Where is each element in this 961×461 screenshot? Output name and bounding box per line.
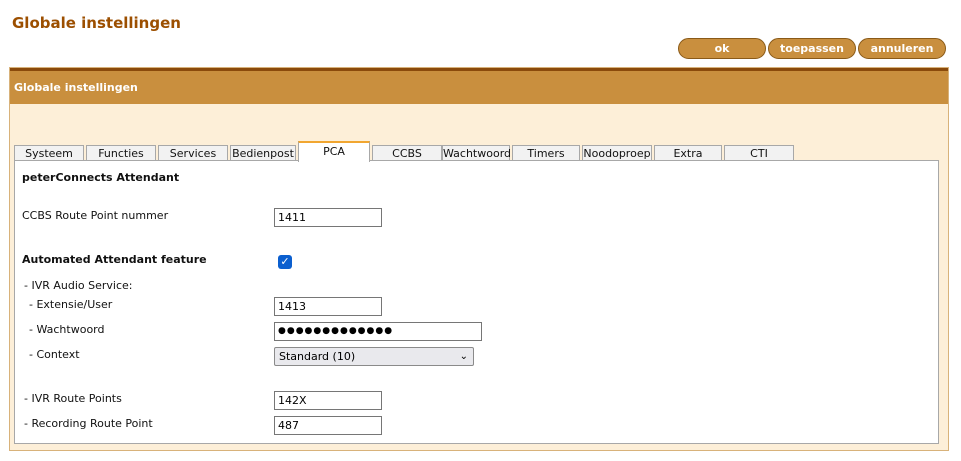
ccbs-route-point-label: CCBS Route Point nummer	[22, 209, 169, 222]
ivr-route-points-input[interactable]: 142X	[274, 391, 382, 410]
tab-pca[interactable]: PCA	[298, 141, 370, 162]
context-selected-value: Standard (10)	[279, 350, 356, 363]
ccbs-route-point-input[interactable]: 1411	[274, 208, 382, 227]
password-input[interactable]: ●●●●●●●●●●●●●	[274, 322, 482, 341]
context-label: - Context	[29, 348, 80, 361]
section-title: peterConnects Attendant	[22, 171, 180, 184]
extension-input[interactable]: 1413	[274, 297, 382, 316]
check-icon: ✓	[280, 255, 290, 268]
page-title: Globale instellingen	[12, 14, 181, 32]
chevron-down-icon: ⌄	[459, 351, 468, 362]
extension-label: - Extensie/User	[29, 298, 113, 311]
ivr-route-points-label: - IVR Route Points	[24, 392, 122, 405]
context-select[interactable]: Standard (10) ⌄	[274, 347, 474, 366]
cancel-button[interactable]: annuleren	[858, 38, 946, 59]
automated-attendant-label: Automated Attendant feature	[22, 253, 207, 266]
tab-content: peterConnects Attendant CCBS Route Point…	[14, 160, 939, 444]
ok-button[interactable]: ok	[678, 38, 766, 59]
ivr-audio-service-label: - IVR Audio Service:	[24, 279, 133, 292]
apply-button[interactable]: toepassen	[768, 38, 856, 59]
recording-route-point-label: - Recording Route Point	[24, 417, 153, 430]
recording-route-point-input[interactable]: 487	[274, 416, 382, 435]
automated-attendant-checkbox[interactable]: ✓	[278, 255, 292, 269]
panel-header: Globale instellingen	[10, 68, 948, 104]
password-label: - Wachtwoord	[29, 323, 105, 336]
